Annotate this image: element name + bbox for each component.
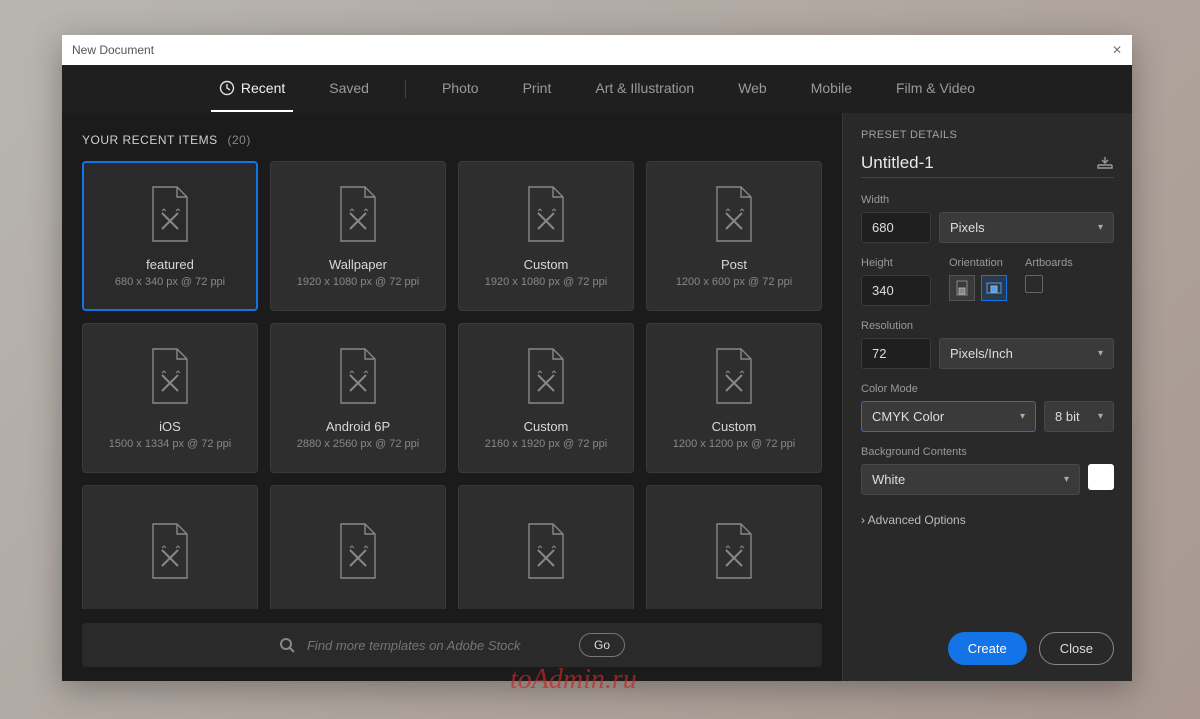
bg-select[interactable]: White ▾ [861,464,1080,495]
artboards-checkbox[interactable] [1025,275,1043,293]
tab-art[interactable]: Art & Illustration [587,66,702,112]
tab-print[interactable]: Print [515,66,560,112]
preset-card[interactable]: Android 6P 2880 x 2560 px @ 72 ppi [270,323,446,473]
category-tabs: Recent Saved Photo Print Art & Illustrat… [62,65,1132,113]
new-document-dialog: New Document ✕ Recent Saved Photo Print … [62,35,1132,681]
advanced-label: Advanced Options [868,513,966,527]
preset-dims: 1500 x 1334 px @ 72 ppi [109,438,231,450]
chevron-right-icon: › [861,513,865,527]
preset-dims: 1200 x 1200 px @ 72 ppi [673,438,795,450]
recents-header: YOUR RECENT ITEMS (20) [82,133,822,147]
preset-details-panel: PRESET DETAILS Untitled-1 Width Pixels ▾… [842,113,1132,681]
preset-title: iOS [159,419,181,434]
preset-card[interactable] [458,485,634,609]
unit-select[interactable]: Pixels ▾ [939,212,1114,243]
preset-dims: 1920 x 1080 px @ 72 ppi [297,276,419,288]
resolution-label: Resolution [861,320,1114,332]
chevron-down-icon: ▾ [1064,474,1069,485]
preset-card[interactable]: Custom 2160 x 1920 px @ 72 ppi [458,323,634,473]
search-input[interactable] [307,638,567,653]
close-button[interactable]: Close [1039,632,1114,665]
titlebar: New Document ✕ [62,35,1132,65]
width-input[interactable] [861,212,931,243]
tab-label: Print [523,80,552,96]
tab-label: Photo [442,80,479,96]
orientation-label: Orientation [949,257,1007,269]
save-preset-icon[interactable] [1096,156,1114,170]
search-icon [279,637,295,653]
tab-label: Saved [329,80,369,96]
preset-card[interactable]: featured 680 x 340 px @ 72 ppi [82,161,258,311]
bitdepth-select[interactable]: 8 bit ▾ [1044,401,1114,432]
preset-card[interactable] [82,485,258,609]
height-label: Height [861,257,931,269]
chevron-down-icon: ▾ [1098,222,1103,233]
tab-label: Recent [241,80,285,96]
bg-swatch[interactable] [1088,464,1114,490]
preset-title: Wallpaper [329,257,387,272]
preset-dims: 2160 x 1920 px @ 72 ppi [485,438,607,450]
tab-web[interactable]: Web [730,66,775,112]
orientation-portrait[interactable] [949,275,975,301]
preset-dims: 1920 x 1080 px @ 72 ppi [485,276,607,288]
recents-count: (20) [227,133,250,147]
preset-title: Android 6P [326,419,390,434]
preset-card[interactable]: Custom 1200 x 1200 px @ 72 ppi [646,323,822,473]
chevron-down-icon: ▾ [1098,411,1103,422]
colormode-label: Color Mode [861,383,1114,395]
height-input[interactable] [861,275,931,306]
colormode-value: CMYK Color [872,409,944,424]
preset-card[interactable]: Custom 1920 x 1080 px @ 72 ppi [458,161,634,311]
chevron-down-icon: ▾ [1098,348,1103,359]
tab-label: Web [738,80,767,96]
orientation-landscape[interactable] [981,275,1007,301]
preset-card[interactable] [646,485,822,609]
window-title: New Document [72,43,154,57]
preset-title: Custom [524,419,569,434]
tab-mobile[interactable]: Mobile [803,66,860,112]
bg-value: White [872,472,905,487]
preset-card[interactable]: Wallpaper 1920 x 1080 px @ 72 ppi [270,161,446,311]
colormode-select[interactable]: CMYK Color ▾ [861,401,1036,432]
details-header: PRESET DETAILS [861,129,1114,141]
advanced-toggle[interactable]: › Advanced Options [861,513,1114,527]
tab-separator [405,80,406,98]
document-name[interactable]: Untitled-1 [861,153,1096,173]
tab-label: Art & Illustration [595,80,694,96]
bg-label: Background Contents [861,446,1114,458]
create-button[interactable]: Create [948,632,1027,665]
tab-film[interactable]: Film & Video [888,66,983,112]
preset-card[interactable]: iOS 1500 x 1334 px @ 72 ppi [82,323,258,473]
unit-value: Pixels [950,220,985,235]
resolution-input[interactable] [861,338,931,369]
tab-saved[interactable]: Saved [321,66,377,112]
recent-icon [219,80,235,96]
res-unit-value: Pixels/Inch [950,346,1013,361]
preset-card[interactable]: Post 1200 x 600 px @ 72 ppi [646,161,822,311]
preset-title: Post [721,257,747,272]
preset-title: Custom [524,257,569,272]
presets-panel: YOUR RECENT ITEMS (20) featured 680 x 340… [62,113,842,681]
width-label: Width [861,194,1114,206]
chevron-down-icon: ▾ [1020,411,1025,422]
stock-search: Go [82,623,822,667]
bitdepth-value: 8 bit [1055,409,1080,424]
close-icon[interactable]: ✕ [1112,43,1122,57]
resolution-unit-select[interactable]: Pixels/Inch ▾ [939,338,1114,369]
preset-grid: featured 680 x 340 px @ 72 ppi Wallpaper 19… [82,161,822,609]
preset-dims: 680 x 340 px @ 72 ppi [115,276,225,288]
preset-dims: 2880 x 2560 px @ 72 ppi [297,438,419,450]
tab-label: Film & Video [896,80,975,96]
preset-title: featured [146,257,194,272]
recents-header-text: YOUR RECENT ITEMS [82,133,218,147]
tab-label: Mobile [811,80,852,96]
tab-photo[interactable]: Photo [434,66,487,112]
preset-card[interactable] [270,485,446,609]
tab-recent[interactable]: Recent [211,66,293,112]
go-button[interactable]: Go [579,633,625,657]
preset-title: Custom [712,419,757,434]
artboards-label: Artboards [1025,257,1073,269]
preset-dims: 1200 x 600 px @ 72 ppi [676,276,792,288]
